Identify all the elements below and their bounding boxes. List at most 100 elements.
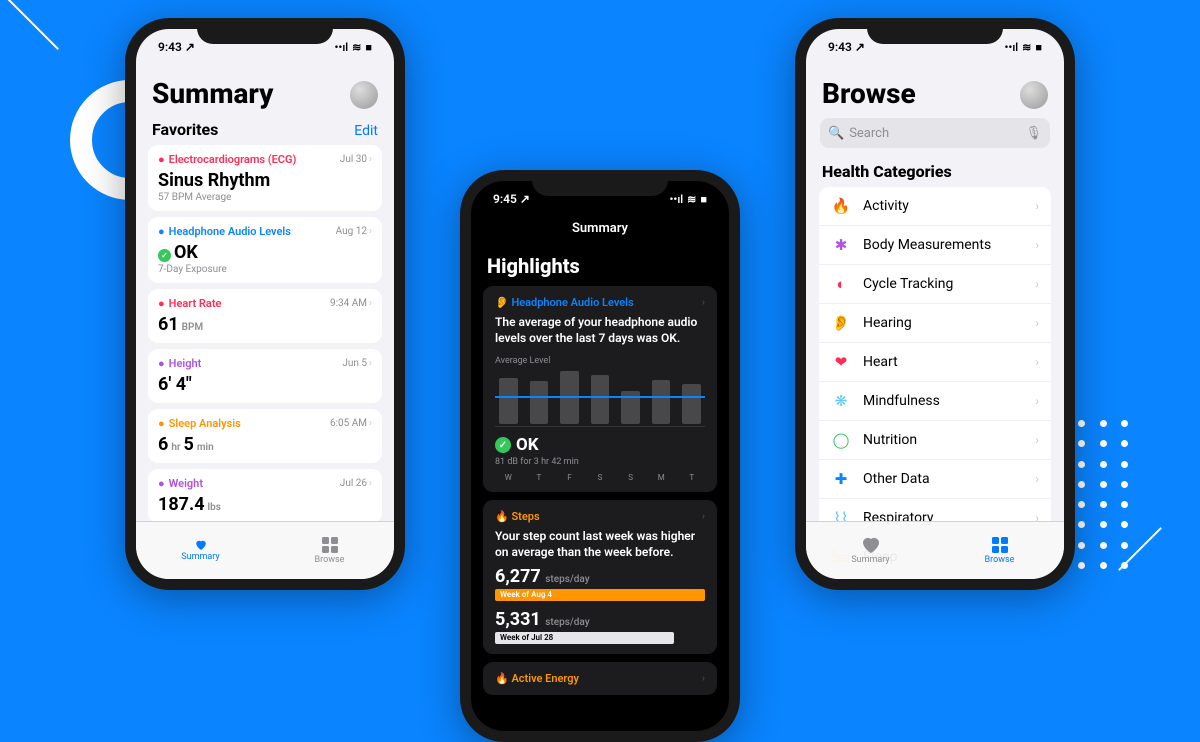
ear-icon: 👂 Headphone Audio Levels xyxy=(495,296,634,309)
category-name: Activity xyxy=(863,198,909,214)
ear-icon: ● xyxy=(158,225,165,238)
card-date: Jun 5 › xyxy=(342,358,372,369)
category-icon: ✚ xyxy=(831,469,851,489)
chevron-icon: › xyxy=(1035,316,1039,330)
flame-icon: 🔥 Steps xyxy=(495,510,540,523)
category-name: Mindfulness xyxy=(863,393,940,409)
card-value: 6' 4" xyxy=(158,374,372,395)
card-date: 9:34 AM › xyxy=(330,298,372,309)
highlight-active-energy[interactable]: 🔥 Active Energy › xyxy=(483,662,717,695)
favorites-label: Favorites xyxy=(152,120,218,139)
card-subtitle: 7-Day Exposure xyxy=(158,264,372,275)
card-date: Aug 12 › xyxy=(336,226,372,237)
category-name: Hearing xyxy=(863,315,912,331)
chevron-icon: › xyxy=(702,297,705,308)
card-value: Sinus Rhythm xyxy=(158,170,372,191)
category-icon: 👂 xyxy=(831,313,851,333)
category-item[interactable]: ◐ Cycle Tracking › xyxy=(819,265,1051,304)
card-name: ●Headphone Audio Levels xyxy=(158,225,291,238)
card-value: 61BPM xyxy=(158,314,372,335)
category-item[interactable]: ✱Body Measurements› xyxy=(819,226,1051,265)
category-name: Body Measurements xyxy=(863,237,991,253)
chevron-icon: › xyxy=(1035,355,1039,369)
card-date: 6:05 AM › xyxy=(330,418,372,429)
favorite-card[interactable]: ●Headphone Audio Levels Aug 12 › ✓ OK7-Day… xyxy=(148,217,382,283)
bed-icon: ● xyxy=(158,417,165,430)
category-name: Cycle Tracking xyxy=(863,276,953,292)
tab-bar: Summary Browse xyxy=(136,521,394,579)
ok-badge-icon: ✓ xyxy=(495,437,511,453)
phone-highlights: 9:45 ↗ ••ıl≋■ Summary Highlights 👂 Headp… xyxy=(460,170,740,742)
tab-bar: Summary Browse xyxy=(806,521,1064,579)
category-item[interactable]: ✚ Other Data › xyxy=(819,460,1051,499)
search-input[interactable]: 🔍 Search 🎙 xyxy=(820,118,1050,148)
chevron-icon: › xyxy=(1035,394,1039,408)
category-item[interactable]: ❋ Mindfulness › xyxy=(819,382,1051,421)
body-icon: ● xyxy=(158,477,165,490)
highlight-audio[interactable]: 👂 Headphone Audio Levels› The average of… xyxy=(483,286,717,492)
ok-badge-icon: ✓ xyxy=(158,249,171,262)
favorite-card[interactable]: ●Height Jun 5 › 6' 4" xyxy=(148,349,382,403)
card-subtitle: 57 BPM Average xyxy=(158,192,372,203)
grid-icon xyxy=(321,536,339,554)
card-value: ✓ OK xyxy=(158,242,372,263)
favorite-card[interactable]: ●Heart Rate 9:34 AM › 61BPM xyxy=(148,289,382,343)
chevron-icon: › xyxy=(369,418,372,429)
heart-icon: ● xyxy=(158,297,165,310)
chevron-icon: › xyxy=(702,511,705,522)
card-name: ●Height xyxy=(158,357,201,370)
mic-icon[interactable]: 🎙 xyxy=(1025,126,1042,141)
category-item[interactable]: ◯ Nutrition › xyxy=(819,421,1051,460)
phone-browse: 9:43 ↗ ••ıl≋■ Browse 🔍 Search 🎙 Health C… xyxy=(795,18,1075,590)
tab-browse[interactable]: Browse xyxy=(265,522,394,579)
phone-summary: 9:43 ↗ ••ıl≋■ Summary Favorites Edit ●El… xyxy=(125,18,405,590)
favorite-card[interactable]: ●Electrocardiograms (ECG) Jul 30 › Sinus R… xyxy=(148,145,382,211)
chevron-icon: › xyxy=(1035,472,1039,486)
chevron-icon: › xyxy=(369,226,372,237)
category-icon: ◐ xyxy=(831,274,851,294)
category-item[interactable]: ❤︎Heart› xyxy=(819,343,1051,382)
avatar[interactable] xyxy=(1020,81,1048,109)
flame-icon: 🔥 Active Energy xyxy=(495,672,579,685)
card-value: 6hr 5min xyxy=(158,434,372,455)
card-name: ●Heart Rate xyxy=(158,297,221,310)
body-icon: ● xyxy=(158,357,165,370)
category-icon: ❋ xyxy=(831,391,851,411)
favorite-card[interactable]: ●Sleep Analysis 6:05 AM › 6hr 5min xyxy=(148,409,382,463)
category-icon: ◯ xyxy=(831,430,851,450)
favorite-card[interactable]: ●WeightJul 26 ›187.4lbs xyxy=(148,469,382,523)
card-value: 187.4lbs xyxy=(158,494,372,515)
tab-summary[interactable]: Summary xyxy=(136,522,265,579)
chevron-icon: › xyxy=(369,298,372,309)
card-date: Jul 30 › xyxy=(340,154,372,165)
category-icon: 🔥 xyxy=(831,196,851,216)
chevron-icon: › xyxy=(1035,433,1039,447)
highlights-label: Highlights xyxy=(471,236,729,286)
card-name: ●Sleep Analysis xyxy=(158,417,241,430)
tab-browse[interactable]: Browse xyxy=(935,522,1064,579)
heart-icon xyxy=(195,539,207,551)
category-name: Other Data xyxy=(863,471,930,487)
heart-icon: ● xyxy=(158,153,165,166)
grid-icon xyxy=(991,536,1009,554)
category-item[interactable]: 👂 Hearing › xyxy=(819,304,1051,343)
card-name: ●Electrocardiograms (ECG) xyxy=(158,153,296,166)
chevron-icon: › xyxy=(1035,277,1039,291)
audio-chart xyxy=(495,368,705,424)
heart-icon xyxy=(861,536,881,554)
search-icon: 🔍 xyxy=(828,126,844,141)
chevron-icon: › xyxy=(369,478,372,489)
categories-label: Health Categories xyxy=(806,158,1064,187)
highlight-steps[interactable]: 🔥 Steps› Your step count last week was h… xyxy=(483,500,717,654)
chevron-icon: › xyxy=(1035,238,1039,252)
card-name: ●Weight xyxy=(158,477,203,490)
chevron-icon: › xyxy=(369,154,372,165)
chevron-icon: › xyxy=(702,673,705,684)
tab-summary[interactable]: Summary xyxy=(806,522,935,579)
edit-button[interactable]: Edit xyxy=(354,123,378,139)
category-name: Nutrition xyxy=(863,432,917,448)
avatar[interactable] xyxy=(350,81,378,109)
chevron-icon: › xyxy=(369,358,372,369)
category-item[interactable]: 🔥Activity› xyxy=(819,187,1051,226)
category-name: Heart xyxy=(863,354,898,370)
